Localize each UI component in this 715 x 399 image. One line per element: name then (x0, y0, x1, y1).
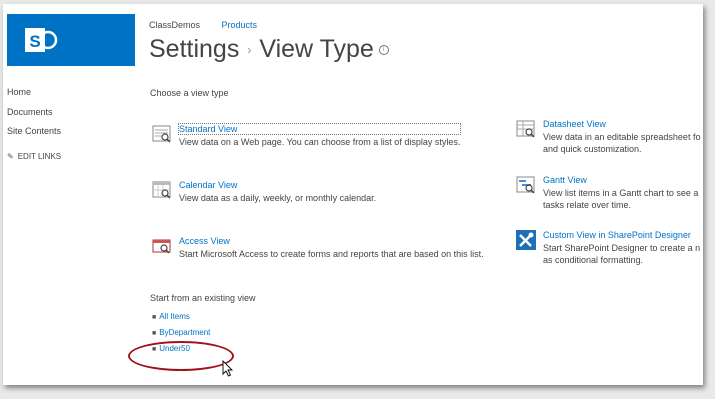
screenshot-frame: S ClassDemos Products Settings › View Type… (3, 4, 703, 385)
bullet-icon: ■ (152, 314, 157, 321)
highlight-oval (128, 341, 234, 371)
existing-view-label-bydepartment: ByDepartment (159, 328, 211, 337)
breadcrumb: ClassDemos Products (149, 20, 276, 30)
datasheet-view-link[interactable]: Datasheet View (543, 119, 700, 129)
title-separator-icon: › (247, 43, 252, 58)
choose-view-type-label: Choose a view type (150, 88, 229, 98)
svg-text:S: S (29, 32, 40, 51)
standard-view-desc: View data on a Web page. You can choose … (179, 137, 461, 147)
existing-view-label-all-items: All Items (159, 312, 190, 321)
sharepoint-designer-link[interactable]: Custom View in SharePoint Designer (543, 230, 700, 240)
info-icon[interactable]: i (378, 45, 389, 56)
access-view-desc: Start Microsoft Access to create forms a… (179, 249, 484, 259)
nav-item-home[interactable]: Home (7, 87, 61, 107)
edit-links-button[interactable]: ✎ EDIT LINKS (7, 152, 61, 172)
access-view-link[interactable]: Access View (179, 236, 484, 246)
sharepoint-logo-icon: S (25, 28, 58, 52)
gantt-view-link[interactable]: Gantt View (543, 175, 698, 185)
gantt-view-desc2: tasks relate over time. (543, 200, 632, 210)
nav-item-site-contents[interactable]: Site Contents (7, 126, 61, 146)
gantt-view-desc1: View list items in a Gantt chart to see … (543, 188, 699, 198)
calendar-view-desc: View data as a daily, weekly, or monthly… (179, 193, 377, 203)
sharepoint-logo[interactable]: S (7, 14, 135, 66)
nav-item-documents[interactable]: Documents (7, 107, 61, 127)
standard-view-link[interactable]: Standard View (177, 123, 462, 135)
existing-view-label: Start from an existing view (150, 293, 256, 303)
breadcrumb-site[interactable]: ClassDemos (149, 20, 200, 30)
calendar-view-link[interactable]: Calendar View (179, 180, 376, 190)
calendar-view-icon (152, 181, 171, 199)
standard-view-icon (152, 125, 171, 143)
datasheet-view-desc2: and quick customization. (543, 144, 642, 154)
pencil-icon: ✎ (7, 151, 14, 161)
gantt-view-icon (516, 176, 535, 194)
existing-view-all-items[interactable]: ■ All Items (152, 312, 210, 328)
breadcrumb-list-products[interactable]: Products (222, 20, 258, 30)
sharepoint-designer-desc1: Start SharePoint Designer to create a n (543, 243, 701, 253)
datasheet-view-icon (516, 120, 535, 138)
datasheet-view-desc1: View data in an editable spreadsheet fo (543, 132, 701, 142)
mouse-cursor-icon (222, 360, 234, 377)
access-view-icon (152, 239, 171, 254)
sharepoint-designer-desc2: as conditional formatting. (543, 255, 644, 265)
quick-launch-nav: Home Documents Site Contents ✎ EDIT LINKS (7, 87, 61, 171)
bullet-icon: ■ (152, 330, 157, 337)
page-title-settings[interactable]: Settings (149, 35, 239, 63)
page-title-view-type: View Type (259, 35, 374, 63)
sharepoint-designer-icon (516, 230, 536, 250)
edit-links-label: EDIT LINKS (17, 151, 62, 161)
page-title: Settings › View Type i (149, 35, 389, 64)
